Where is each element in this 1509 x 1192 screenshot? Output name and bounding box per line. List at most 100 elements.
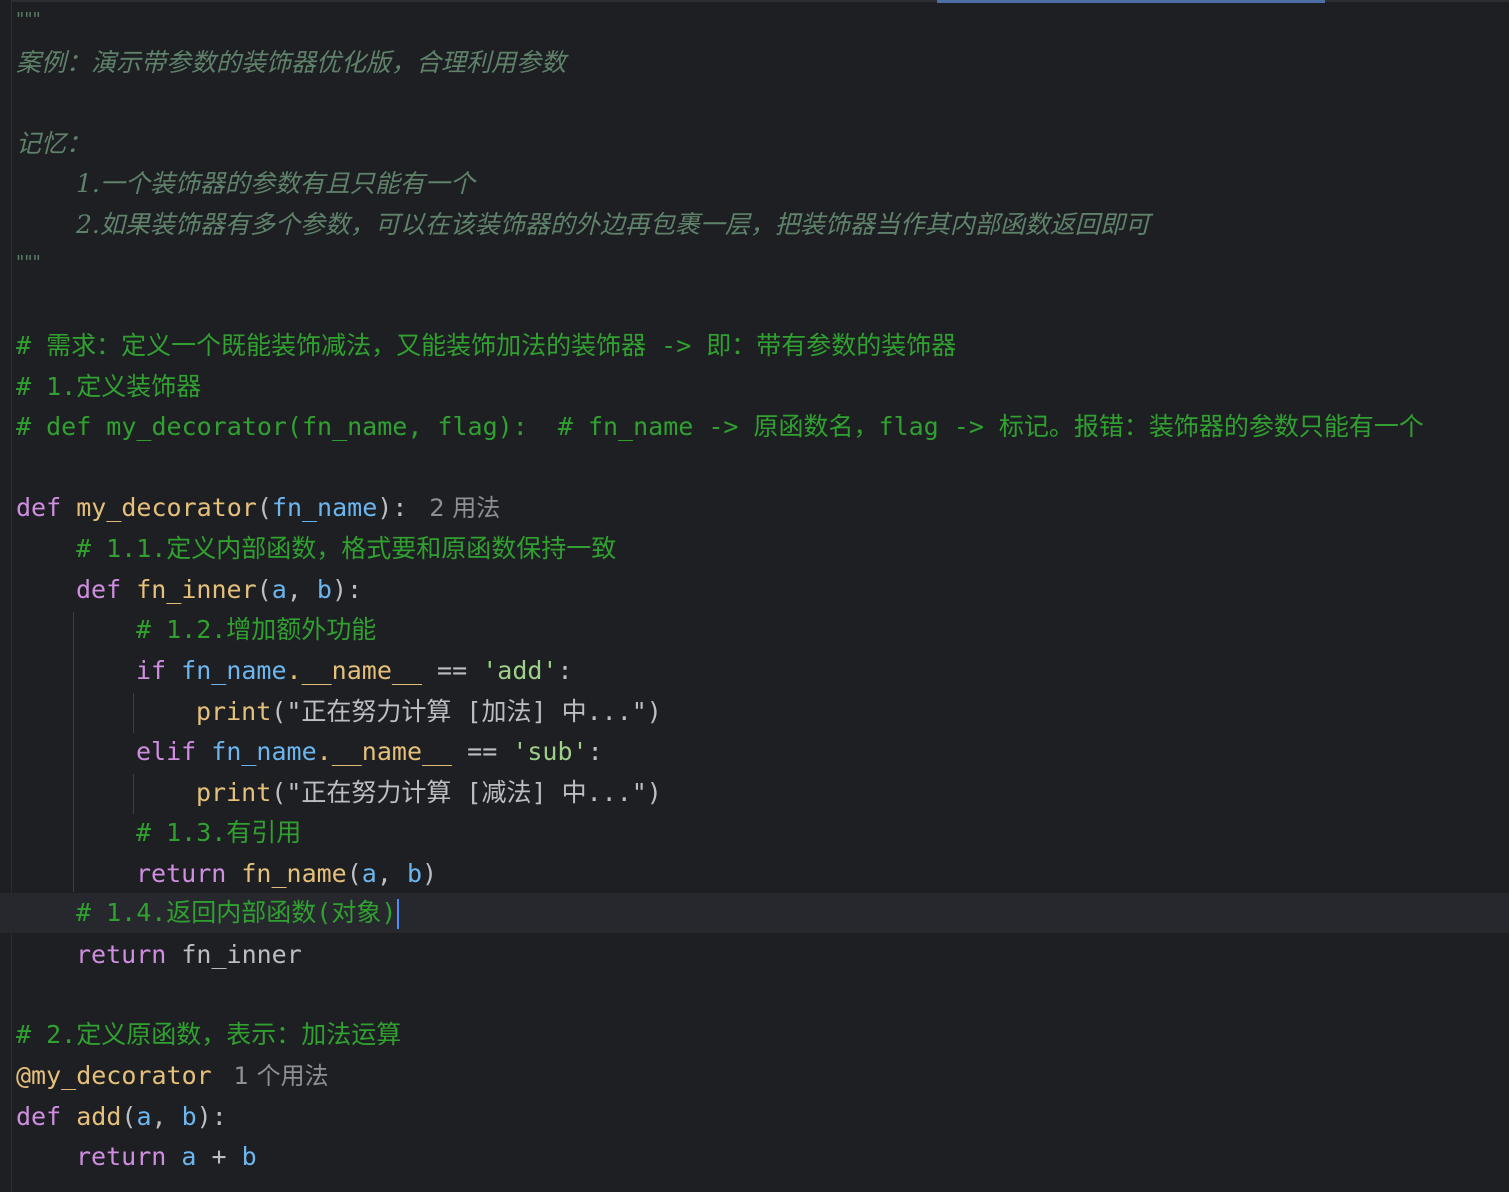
attribute: .__name__ [316,737,453,766]
punctuation: : [557,656,573,685]
code-line[interactable]: # 1.定义装饰器 [16,367,201,407]
comment-step-1-3: # 1.3.有引用 [136,818,302,847]
comment-step-1-1: # 1.1.定义内部函数，格式要和原函数保持一致 [76,534,617,563]
decorator: @my_decorator [16,1061,212,1090]
code-line[interactable]: @my_decorator 1 个用法 [16,1056,329,1096]
keyword-if: if [136,656,167,685]
keyword-def: def [16,1102,62,1131]
code-line[interactable]: # 1.3.有引用 [136,813,301,853]
parameter: a [271,575,287,604]
code-line[interactable]: """ [16,0,41,40]
gutter-edge [0,0,12,1192]
function-call: fn_name [241,859,347,888]
code-line[interactable]: # 1.1.定义内部函数，格式要和原函数保持一致 [76,529,616,569]
punctuation: ): [196,1102,227,1131]
code-line[interactable]: return fn_name(a, b) [136,854,437,894]
keyword-def: def [76,575,122,604]
punctuation: , [376,859,407,888]
comment-step-2: # 2.定义原函数，表示：加法运算 [16,1020,402,1049]
string-literal: "正在努力计算 [加法] 中..." [286,697,647,726]
operator: + [196,1142,242,1171]
code-line[interactable]: # 2.定义原函数，表示：加法运算 [16,1015,401,1055]
keyword-def: def [16,493,62,522]
function-name: fn_inner [136,575,257,604]
code-line[interactable]: # def my_decorator(fn_name, flag): # fn_… [16,407,1424,447]
text-caret [397,899,400,929]
indent-guide [133,693,134,733]
docstring-memory-label: 记忆： [16,129,92,158]
function-name: my_decorator [76,493,257,522]
builtin-print: print [196,778,272,807]
code-line[interactable]: def my_decorator(fn_name): 2 用法 [16,488,500,528]
code-line[interactable]: 案例：演示带参数的装饰器优化版，合理利用参数 [16,43,566,83]
code-line[interactable]: 2.如果装饰器有多个参数，可以在该装饰器的外边再包裹一层，把装饰器当作其内部函数… [76,205,1150,245]
docstring-item-1: 1.一个装饰器的参数有且只能有一个 [76,169,475,198]
indent-guide [133,774,134,814]
parameter: b [181,1102,197,1131]
comment-requirement: # 需求：定义一个既能装饰减法，又能装饰加法的装饰器 -> 即：带有参数的装饰器 [16,331,957,360]
parameter: b [316,575,332,604]
code-line[interactable]: def add(a, b): [16,1097,227,1137]
code-line[interactable]: if fn_name.__name__ == 'add': [136,651,573,691]
punctuation: ) [422,859,438,888]
code-line[interactable]: """ [16,243,41,283]
parameter: fn_name [181,656,287,685]
parameter: fn_name [271,493,378,522]
code-line[interactable]: 记忆： [16,124,91,164]
code-line[interactable]: 1.一个装饰器的参数有且只能有一个 [76,164,475,204]
docstring-title: 案例：演示带参数的装饰器优化版，合理利用参数 [16,48,567,77]
parameter: fn_name [211,737,317,766]
scroll-indicator[interactable] [937,0,1325,3]
parameter: b [241,1142,257,1171]
code-line[interactable]: elif fn_name.__name__ == 'sub': [136,732,603,772]
code-editor[interactable]: """ 案例：演示带参数的装饰器优化版，合理利用参数 记忆： 1.一个装饰器的参… [0,0,1509,1192]
punctuation: ( [271,697,287,726]
parameter: a [136,1102,152,1131]
builtin-print: print [196,697,272,726]
code-line[interactable]: return fn_inner [76,935,302,975]
code-line[interactable]: # 需求：定义一个既能装饰减法，又能装饰加法的装饰器 -> 即：带有参数的装饰器 [16,326,956,366]
punctuation: ) [646,697,662,726]
docstring-open: """ [16,9,41,30]
docstring-item-2: 2.如果装饰器有多个参数，可以在该装饰器的外边再包裹一层，把装饰器当作其内部函数… [76,210,1150,239]
punctuation: ( [271,778,287,807]
parameter: a [361,859,377,888]
operator: == [422,656,483,685]
punctuation: , [151,1102,182,1131]
code-line[interactable]: print("正在努力计算 [减法] 中...") [196,773,662,813]
keyword-return: return [76,1142,167,1171]
punctuation: ( [256,493,272,522]
parameter: a [181,1142,197,1171]
code-line-current[interactable]: # 1.4.返回内部函数(对象) [76,893,400,933]
attribute: .__name__ [286,656,422,685]
identifier: fn_inner [181,940,302,969]
comment-step-1-4: # 1.4.返回内部函数(对象) [76,898,397,927]
code-line[interactable]: def fn_inner(a, b): [76,570,362,610]
punctuation: ( [121,1102,137,1131]
indent-guide [73,612,74,892]
keyword-elif: elif [136,737,197,766]
function-name: add [76,1102,122,1131]
parameter: b [406,859,423,888]
string-literal: 'sub' [512,737,588,766]
punctuation: ( [256,575,272,604]
comment-wrong-def: # def my_decorator(fn_name, flag): # fn_… [16,412,1424,441]
docstring-close: """ [16,252,41,273]
comment-step-1-2: # 1.2.增加额外功能 [136,615,377,644]
punctuation: ): [377,493,408,522]
usage-hint[interactable]: 1 个用法 [234,1062,329,1090]
punctuation: ): [331,575,363,604]
punctuation: ) [646,778,662,807]
comment-step-1: # 1.定义装饰器 [16,372,202,401]
string-literal: 'add' [482,656,558,685]
string-literal: "正在努力计算 [减法] 中..." [286,778,647,807]
usage-hint[interactable]: 2 用法 [429,494,500,522]
operator: == [452,737,513,766]
code-line[interactable]: return a + b [76,1137,257,1177]
code-line[interactable]: print("正在努力计算 [加法] 中...") [196,692,662,732]
keyword-return: return [136,859,227,888]
punctuation: , [286,575,317,604]
punctuation: : [587,737,603,766]
code-line[interactable]: # 1.2.增加额外功能 [136,610,376,650]
keyword-return: return [76,940,167,969]
